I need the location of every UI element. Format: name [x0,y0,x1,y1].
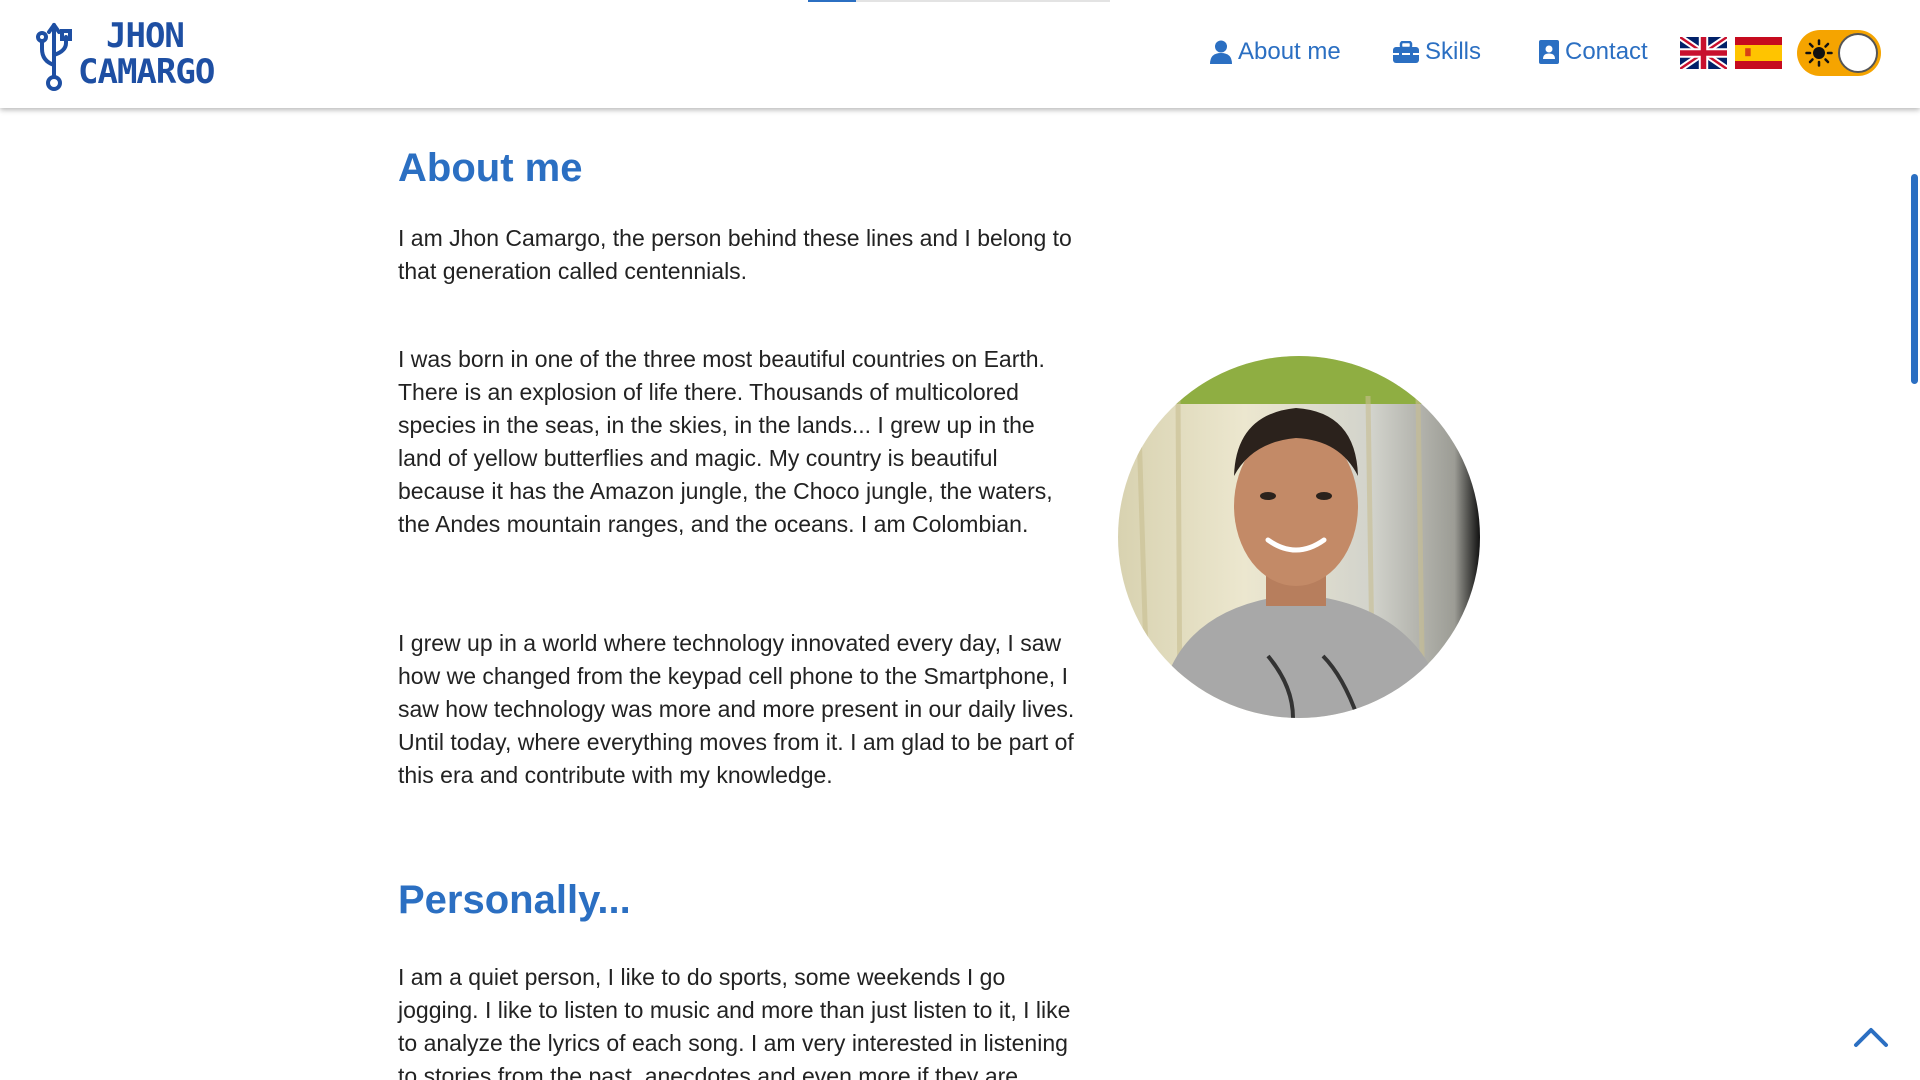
chevron-up-icon[interactable] [1853,1025,1889,1049]
logo-line-2: CAMARGO [78,52,215,92]
nav-skills[interactable]: Skills [1393,38,1481,66]
usb-icon [36,23,72,91]
site-logo[interactable]: JHON CAMARGO [34,14,215,94]
personally-paragraph: I am a quiet person, I like to do sports… [398,964,1071,1080]
theme-toggle[interactable] [1797,30,1881,76]
nav-about-me[interactable]: About me [1210,38,1341,66]
logo-line-1: JHON [106,16,185,56]
scroll-progress-bar [808,0,1110,2]
about-paragraph-3: I grew up in a world where technology in… [398,630,1075,788]
about-paragraph-1: I am Jhon Camargo, the person behind the… [398,225,1072,284]
scrollbar-thumb[interactable] [1911,174,1918,384]
site-header: JHON CAMARGO About me Skills Contact [0,0,1920,108]
personally-title: Personally... [398,878,631,922]
sun-icon [1805,39,1833,67]
spain-flag-icon[interactable] [1735,37,1782,69]
profile-photo [1118,356,1480,718]
nav-contact[interactable]: Contact [1539,38,1648,66]
logo-text: JHON CAMARGO [78,16,215,92]
page-scrollbar[interactable] [1908,108,1920,1080]
about-title: About me [398,146,583,190]
scroll-progress-fill [808,0,857,2]
theme-toggle-knob[interactable] [1838,33,1878,73]
uk-flag-icon[interactable] [1680,37,1727,69]
nav-contact-label: Contact [1565,38,1648,65]
toolbox-icon [1393,41,1419,63]
nav-about-me-label: About me [1238,38,1341,65]
user-icon [1210,40,1232,64]
contact-card-icon [1539,40,1559,64]
nav-skills-label: Skills [1425,38,1482,65]
about-paragraph-2: I was born in one of the three most beau… [398,346,1053,537]
